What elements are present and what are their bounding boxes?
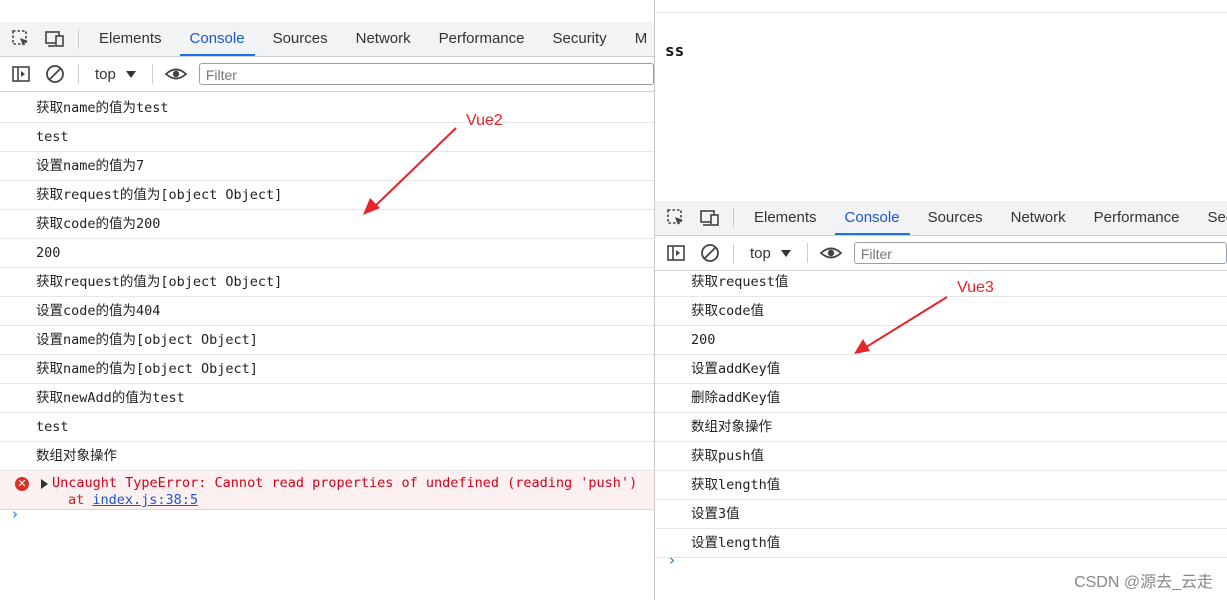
log-row: 获取request的值为[object Object] [0,268,654,297]
tab-sources[interactable]: Sources [259,22,342,56]
stack-prefix: at [68,492,85,508]
sidebar-toggle-icon[interactable] [4,57,38,91]
chevron-down-icon [125,70,136,78]
device-toggle-icon[interactable] [38,22,72,56]
tab-elements[interactable]: Elements [740,201,831,235]
eye-icon[interactable] [159,57,193,91]
page-content-area: ss [655,12,1227,213]
sidebar-toggle-icon[interactable] [659,236,693,270]
page-text: ss [665,41,685,60]
context-selector[interactable]: top [740,245,801,262]
log-row: 获取length值 [655,471,1227,500]
log-row: 删除addKey值 [655,384,1227,413]
log-row: 200 [0,239,654,268]
devtools-tabbar: Elements Console Sources Network Perform… [0,22,654,57]
log-row: 获取code的值为200 [0,210,654,239]
tab-console[interactable]: Console [831,201,914,235]
separator [151,64,153,84]
tab-elements[interactable]: Elements [85,22,176,56]
watermark: CSDN @源去_云走 [1074,574,1213,591]
log-row: 获取request的值为[object Object] [0,181,654,210]
error-row[interactable]: ✕ Uncaught TypeError: Cannot read proper… [0,471,654,510]
tab-network[interactable]: Network [342,22,425,56]
context-selector[interactable]: top [85,66,146,83]
log-row: 数组对象操作 [0,442,654,471]
device-toggle-icon[interactable] [693,201,727,235]
log-row: test [0,413,654,442]
separator [78,29,79,49]
log-row: 获取request值 [655,268,1227,297]
log-row: 设置length值 [655,529,1227,558]
log-row: 设置addKey值 [655,355,1227,384]
error-icon: ✕ [15,477,29,491]
annotation-arrow-icon [363,127,457,215]
error-message: Uncaught TypeError: Cannot read properti… [52,475,638,491]
separator [733,208,734,228]
annotation-label-vue2: Vue2 [466,112,503,129]
log-row: 获取push值 [655,442,1227,471]
log-row: 设置3值 [655,500,1227,529]
context-label: top [750,244,771,262]
expand-triangle-icon[interactable] [41,479,48,489]
log-row: 获取name的值为test [0,94,654,123]
log-row: test [0,123,654,152]
inspect-icon[interactable] [659,201,693,235]
eye-icon[interactable] [814,236,848,270]
tab-network[interactable]: Network [997,201,1080,235]
log-row: 获取newAdd的值为test [0,384,654,413]
annotation-label-vue3: Vue3 [957,279,994,296]
context-label: top [95,65,116,83]
console-log-list: 获取name的值为test test 设置name的值为7 获取request的… [0,94,654,510]
tab-more[interactable]: M [621,22,654,56]
right-browser-window: ss Elements Console Sources Network Perf… [654,0,1227,600]
console-prompt[interactable]: › [669,551,675,569]
tab-security[interactable]: Security [539,22,621,56]
separator [733,243,734,263]
clear-console-icon[interactable] [38,57,72,91]
log-row: 设置name的值为[object Object] [0,326,654,355]
log-row: 设置code的值为404 [0,297,654,326]
filter-input[interactable]: Filter [198,63,654,85]
tab-performance[interactable]: Performance [1080,201,1194,235]
log-row: 设置name的值为7 [0,152,654,181]
left-devtools-pane: Elements Console Sources Network Perform… [0,0,654,600]
separator [78,64,79,84]
annotation-arrow-icon [854,296,948,354]
console-prompt[interactable]: › [12,505,18,523]
log-row: 数组对象操作 [655,413,1227,442]
separator [806,243,808,263]
log-row: 获取name的值为[object Object] [0,355,654,384]
chevron-down-icon [780,249,791,257]
devtools-tabbar: Elements Console Sources Network Perform… [655,201,1227,236]
tab-console[interactable]: Console [176,22,259,56]
tab-sources[interactable]: Sources [914,201,997,235]
filter-input[interactable]: Filter [853,242,1227,264]
console-toolbar: top Filter [0,57,654,92]
inspect-icon[interactable] [4,22,38,56]
clear-console-icon[interactable] [693,236,727,270]
stack-link[interactable]: index.js:38:5 [92,492,198,508]
tab-performance[interactable]: Performance [425,22,539,56]
console-toolbar: top Filter [655,236,1227,271]
tab-security[interactable]: Secu [1194,201,1227,235]
error-stack: at index.js:38:5 [68,492,198,508]
